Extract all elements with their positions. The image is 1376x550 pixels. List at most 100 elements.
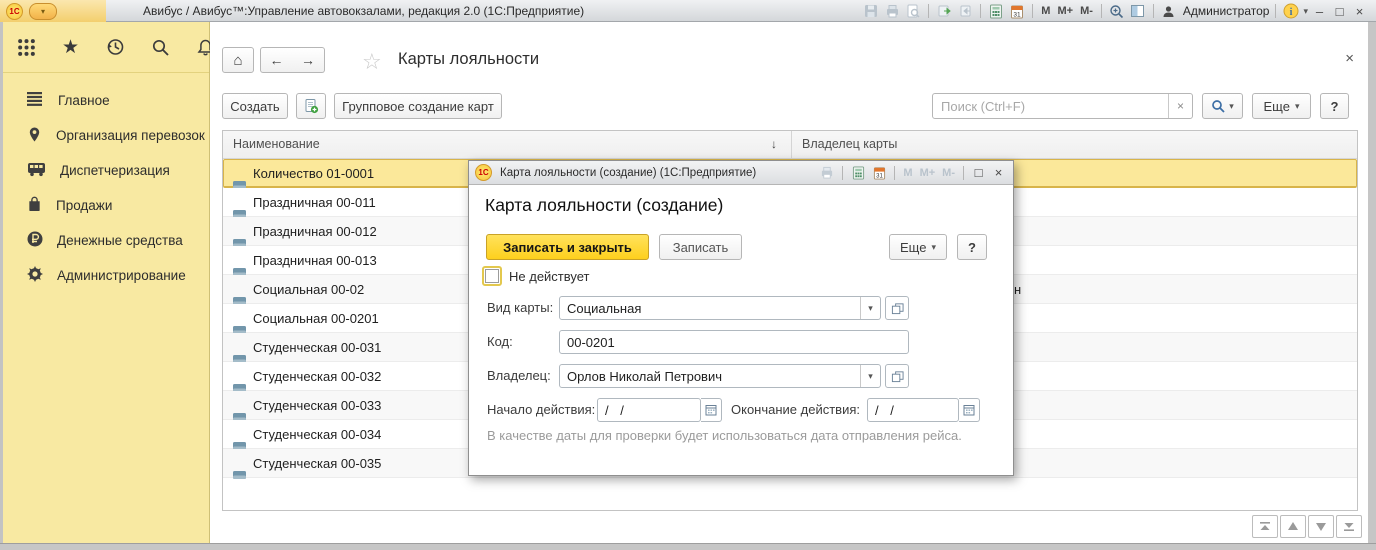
kind-dropdown-button[interactable]: ▾	[860, 297, 880, 319]
kind-open-button[interactable]	[885, 296, 909, 320]
help-button[interactable]: ?	[1320, 93, 1349, 119]
checkbox-focus-ring	[482, 266, 502, 286]
info-caret-icon[interactable]: ▾	[1303, 6, 1308, 17]
1c-logo-icon: 1С	[6, 3, 23, 20]
caret-down-icon: ▾	[868, 303, 873, 314]
apps-grid-icon[interactable]	[17, 36, 36, 58]
calculator-icon[interactable]	[987, 3, 1005, 19]
dialog-window-title: Карта лояльности (создание) (1С:Предприя…	[500, 167, 756, 179]
divider	[894, 166, 895, 180]
go-first-button[interactable]	[1252, 515, 1278, 538]
sidebar-item-cash[interactable]: Денежные средства	[3, 223, 209, 258]
dialog-more-button[interactable]: Еще ▾	[889, 234, 947, 260]
close-button[interactable]: ×	[1351, 4, 1368, 19]
search-clear-icon[interactable]: ×	[1168, 94, 1192, 118]
save-button[interactable]: Записать	[659, 234, 742, 260]
start-date-calendar-button[interactable]	[701, 398, 722, 422]
main-menu-dropdown-button[interactable]: ▾	[29, 3, 57, 20]
memory-plus-button[interactable]: M+	[1055, 5, 1075, 17]
sidebar-item-label: Диспетчеризация	[60, 163, 170, 178]
current-user-label: Администратор	[1183, 4, 1270, 18]
sidebar-item-sales[interactable]: Продажи	[3, 188, 209, 223]
app-window: 1С ▾ Авибус / Авибус™:Управление автовок…	[0, 0, 1376, 550]
memory-plus-button[interactable]: M+	[918, 167, 938, 179]
ruble-icon	[27, 231, 43, 250]
form-close-icon[interactable]: ×	[1345, 50, 1354, 67]
column-header-name[interactable]: Наименование ↓	[223, 131, 791, 158]
sidebar-item-dispatch[interactable]: Диспетчеризация	[3, 153, 209, 188]
titlebar-actions: 31 M M+ M- Администратор i ▾ – □ ×	[862, 0, 1368, 22]
sidebar-item-transport-org[interactable]: Организация перевозок	[3, 118, 209, 153]
dialog-titlebar: 1С Карта лояльности (создание) (1С:Предп…	[469, 161, 1013, 185]
start-date-input[interactable]	[597, 398, 701, 422]
get-link-icon[interactable]	[935, 3, 953, 19]
start-date-label: Начало действия:	[487, 398, 595, 422]
code-input[interactable]	[559, 330, 909, 354]
group-create-button[interactable]: Групповое создание карт	[334, 93, 502, 119]
print-icon[interactable]	[818, 165, 836, 181]
home-button[interactable]: ⌂	[222, 47, 254, 73]
end-date-calendar-button[interactable]	[959, 398, 980, 422]
favorite-star-icon[interactable]: ☆	[362, 49, 382, 75]
column-header-owner[interactable]: Владелец карты	[791, 131, 1357, 158]
forward-button[interactable]: →	[292, 47, 325, 73]
dialog-maximize-button[interactable]: □	[970, 165, 987, 180]
print-preview-icon[interactable]	[904, 3, 922, 19]
search-box: ×	[932, 93, 1193, 119]
favorites-star-icon[interactable]: ★	[62, 36, 79, 58]
owner-value: Орлов Николай Петрович	[560, 369, 860, 384]
window-frame-left	[0, 22, 3, 543]
sidebar-item-main[interactable]: Главное	[3, 83, 209, 118]
calculator-icon[interactable]	[849, 165, 867, 181]
owner-combobox[interactable]: Орлов Николай Петрович ▾	[559, 364, 881, 388]
search-options-button[interactable]: ▾	[1202, 93, 1243, 119]
calendar-icon	[963, 404, 975, 416]
calendar-icon[interactable]: 31	[1008, 3, 1026, 19]
go-prev-button[interactable]	[1280, 515, 1306, 538]
owner-dropdown-button[interactable]: ▾	[860, 365, 880, 387]
go-to-link-icon[interactable]	[956, 3, 974, 19]
list-toolbar: Создать Групповое создание карт × ▾ Еще …	[210, 93, 1368, 119]
split-view-icon[interactable]	[1129, 3, 1147, 19]
calendar-icon[interactable]: 31	[870, 165, 888, 181]
save-and-close-button[interactable]: Записать и закрыть	[486, 234, 649, 260]
owner-open-button[interactable]	[885, 364, 909, 388]
memory-recall-button[interactable]: M	[1039, 5, 1052, 17]
table-header: Наименование ↓ Владелец карты	[223, 131, 1357, 159]
search-input[interactable]	[933, 94, 1168, 118]
1c-logo-icon: 1С	[475, 164, 492, 181]
more-actions-button[interactable]: Еще ▾	[1252, 93, 1311, 119]
dialog-heading: Карта лояльности (создание)	[485, 195, 723, 216]
create-button[interactable]: Создать	[222, 93, 288, 119]
memory-minus-button[interactable]: M-	[940, 167, 957, 179]
kind-combobox[interactable]: Социальная ▾	[559, 296, 881, 320]
open-in-form-icon	[891, 370, 904, 383]
column-name-label: Наименование	[233, 137, 320, 151]
back-button[interactable]: ←	[260, 47, 293, 73]
memory-minus-button[interactable]: M-	[1078, 5, 1095, 17]
go-last-button[interactable]	[1336, 515, 1362, 538]
end-date-input[interactable]	[867, 398, 959, 422]
memory-recall-button[interactable]: M	[901, 167, 914, 179]
history-icon[interactable]	[105, 36, 125, 58]
go-next-button[interactable]	[1308, 515, 1334, 538]
kind-field-label: Вид карты:	[487, 296, 553, 320]
divider	[928, 4, 929, 18]
zoom-icon[interactable]	[1108, 3, 1126, 19]
sidebar-item-administration[interactable]: Администрирование	[3, 258, 209, 293]
dialog-help-button[interactable]: ?	[957, 234, 987, 260]
search-icon[interactable]	[151, 36, 170, 58]
divider	[1032, 4, 1033, 18]
print-icon[interactable]	[883, 3, 901, 19]
svg-text:31: 31	[1014, 11, 1022, 18]
dialog-close-button[interactable]: ×	[990, 165, 1007, 180]
svg-text:31: 31	[876, 173, 883, 179]
maximize-button[interactable]: □	[1331, 4, 1348, 19]
minimize-button[interactable]: –	[1311, 4, 1328, 19]
row-name: Праздничная 00-012	[253, 224, 377, 239]
inactive-checkbox[interactable]	[485, 269, 499, 283]
info-icon[interactable]: i	[1282, 3, 1300, 19]
row-name: Студенческая 00-032	[253, 369, 381, 384]
save-icon[interactable]	[862, 3, 880, 19]
copy-item-button[interactable]	[296, 93, 326, 119]
